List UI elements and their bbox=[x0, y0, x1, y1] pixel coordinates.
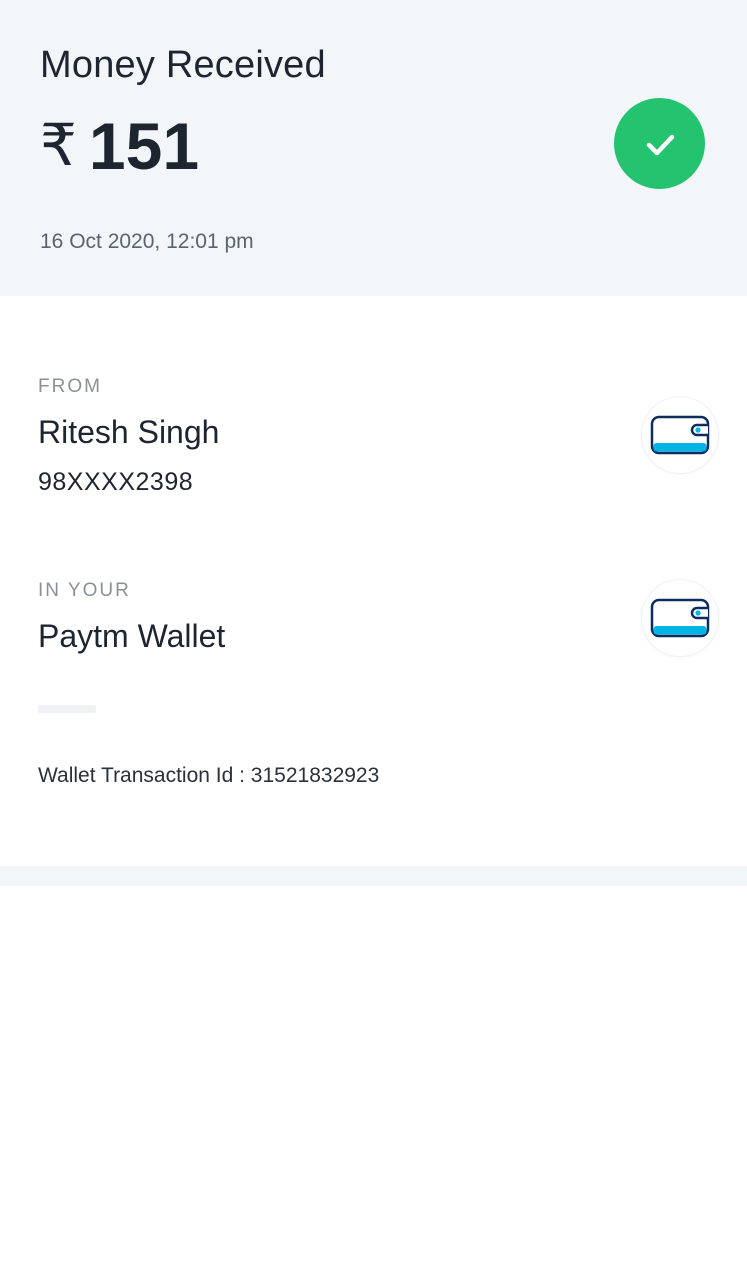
transaction-header: Money Received ₹ 151 16 Oct 2020, 12:01 … bbox=[0, 0, 747, 296]
transaction-detail-screen: Money Received ₹ 151 16 Oct 2020, 12:01 … bbox=[0, 0, 747, 1280]
destination-name: Paytm Wallet bbox=[38, 618, 226, 654]
page-title: Money Received bbox=[40, 44, 326, 86]
amount-display: ₹ 151 bbox=[40, 106, 199, 186]
amount-value: 151 bbox=[88, 109, 200, 183]
divider bbox=[38, 705, 96, 713]
sender-name: Ritesh Singh bbox=[38, 414, 220, 450]
wallet-transaction-id: Wallet Transaction Id : 31521832923 bbox=[38, 764, 380, 787]
transaction-datetime: 16 Oct 2020, 12:01 pm bbox=[40, 230, 254, 253]
check-icon bbox=[646, 134, 674, 155]
sender-phone: 98XXXX2398 bbox=[38, 468, 194, 496]
from-label: FROM bbox=[38, 376, 102, 397]
success-badge bbox=[614, 98, 705, 189]
destination-wallet-avatar bbox=[642, 580, 718, 656]
destination-label: IN YOUR bbox=[38, 580, 131, 601]
currency-symbol: ₹ bbox=[40, 113, 77, 178]
wallet-icon bbox=[650, 415, 710, 455]
section-separator bbox=[0, 866, 747, 886]
sender-wallet-avatar bbox=[642, 397, 718, 473]
wallet-icon bbox=[650, 598, 710, 638]
